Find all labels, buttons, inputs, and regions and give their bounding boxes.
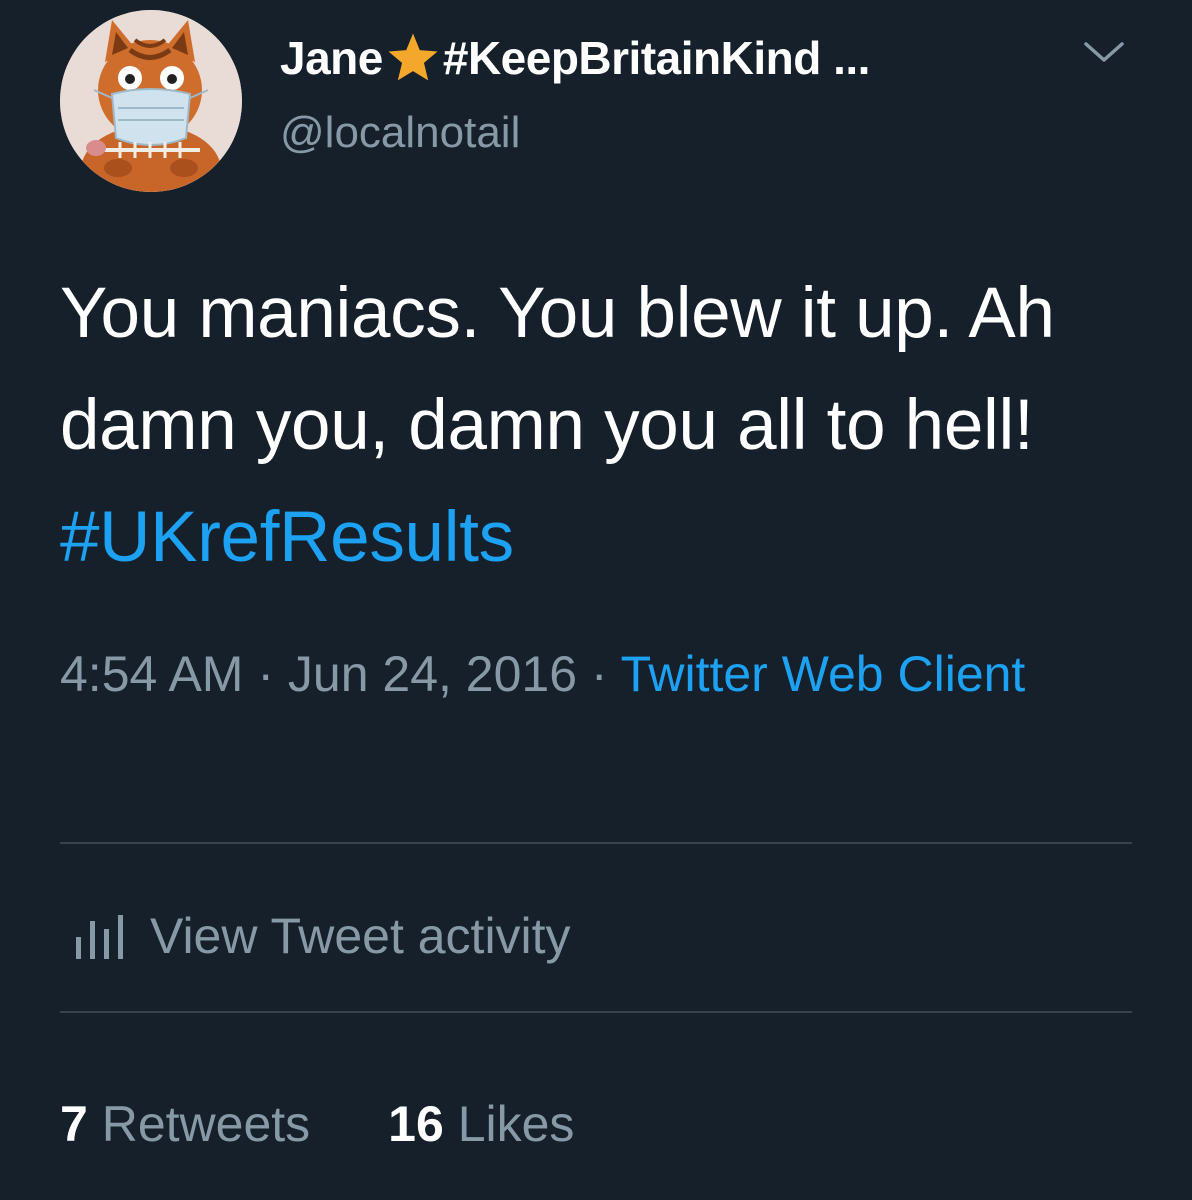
star-icon: [385, 30, 441, 86]
view-tweet-activity-button[interactable]: View Tweet activity: [60, 900, 571, 972]
retweets-count: 7: [60, 1096, 88, 1152]
display-name-hashtag: #KeepBritainKind ...: [442, 32, 871, 84]
hashtag-link[interactable]: #UKrefResults: [60, 498, 514, 577]
view-tweet-activity-label: View Tweet activity: [150, 908, 571, 964]
cat-in-face-mask-avatar: [60, 10, 242, 192]
tweet-body: You maniacs. You blew it up. Ah damn you…: [60, 274, 1055, 465]
display-name[interactable]: Jane #KeepBritainKind ...: [280, 30, 870, 86]
tweet-text: You maniacs. You blew it up. Ah damn you…: [60, 258, 1140, 594]
likes-stat[interactable]: 16 Likes: [388, 1088, 574, 1160]
tweet-stats: 7 Retweets 16 Likes: [60, 1088, 652, 1160]
bar-chart-icon: [74, 911, 136, 961]
likes-label: Likes: [457, 1096, 575, 1152]
meta-separator: ·: [243, 646, 288, 702]
avatar[interactable]: [60, 10, 242, 192]
divider: [60, 1011, 1132, 1013]
tweet-date[interactable]: Jun 24, 2016: [288, 646, 577, 702]
tweet-meta: 4:54 AM · Jun 24, 2016 · Twitter Web Cli…: [60, 638, 1060, 710]
divider: [60, 842, 1132, 844]
tweet-source-link[interactable]: Twitter Web Client: [621, 646, 1026, 702]
likes-count: 16: [388, 1096, 444, 1152]
user-handle[interactable]: @localnotail: [280, 108, 520, 158]
retweets-stat[interactable]: 7 Retweets: [60, 1088, 310, 1160]
retweets-label: Retweets: [101, 1096, 311, 1152]
chevron-down-icon[interactable]: [1080, 36, 1128, 68]
meta-separator: ·: [577, 646, 621, 702]
display-name-text: Jane: [280, 32, 383, 84]
tweet-time[interactable]: 4:54 AM: [60, 646, 243, 702]
